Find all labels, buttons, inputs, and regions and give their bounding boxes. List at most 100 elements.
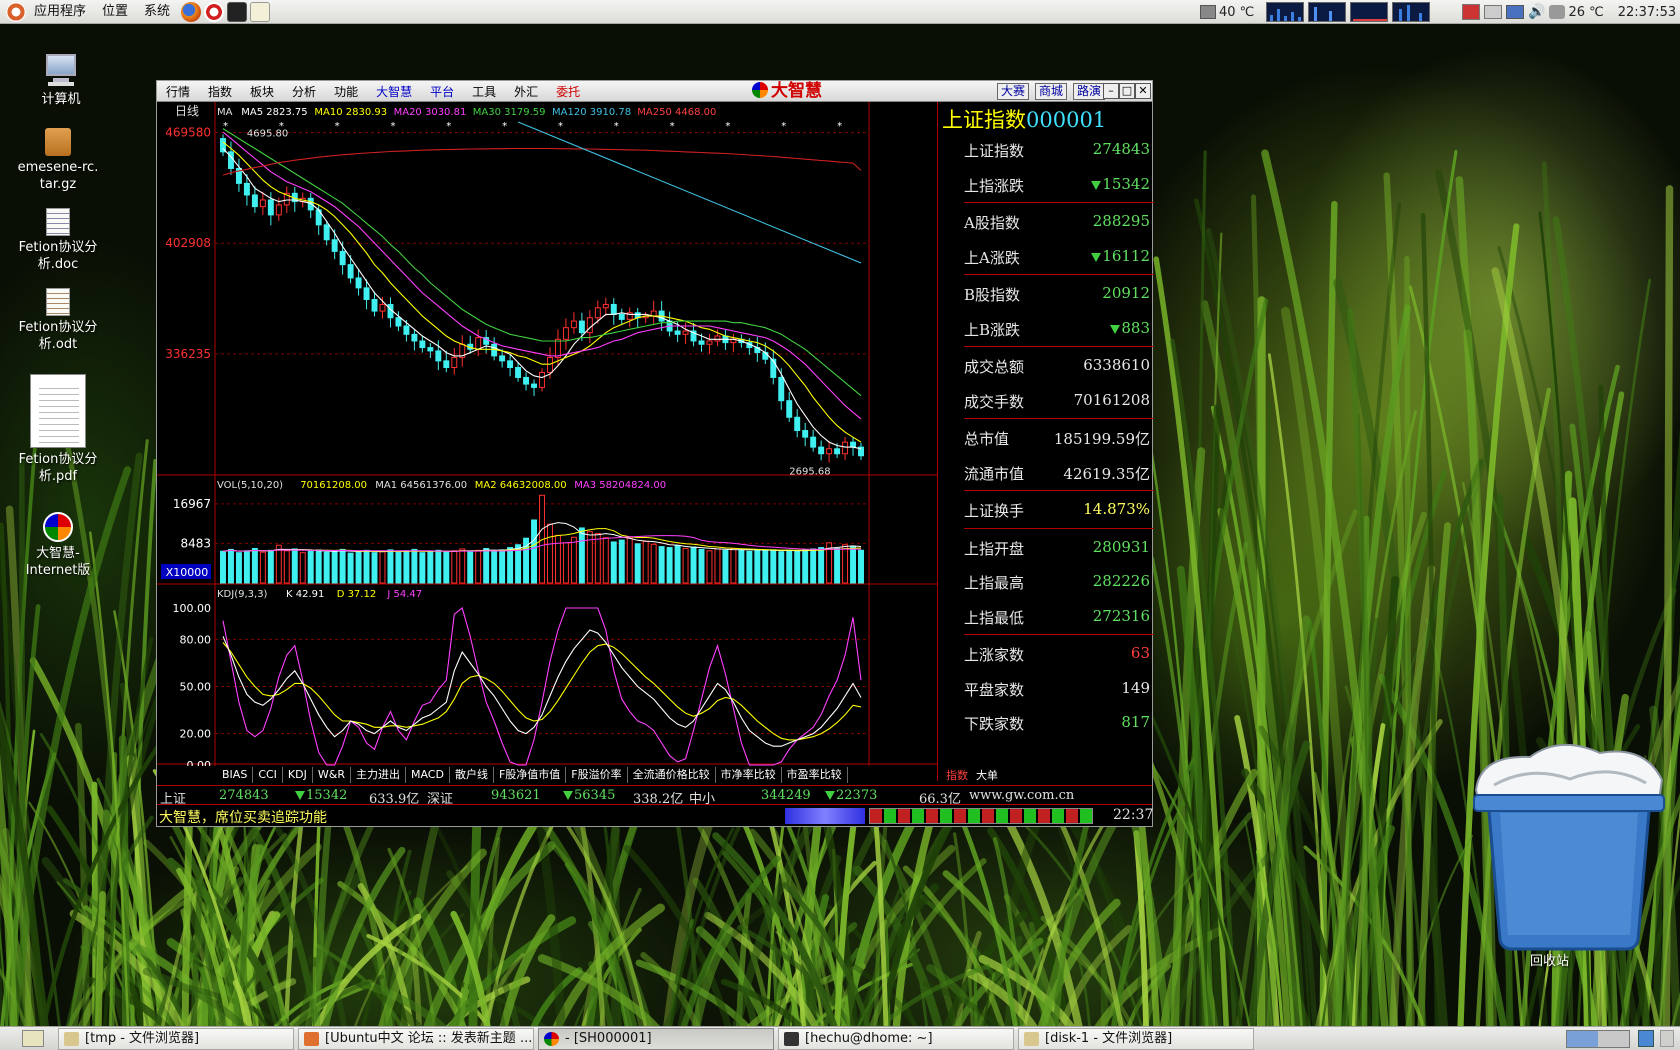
taskbar-item[interactable]: [Ubuntu中文 论坛 :: 发表新主题 ... (298, 1028, 534, 1050)
app-menu-pingtai[interactable]: 平台 (421, 83, 463, 100)
candle-body (547, 357, 553, 373)
ticker-url[interactable]: www.gw.com.cn (969, 788, 1074, 803)
indicator-tab[interactable]: CCI (253, 767, 283, 783)
volume-bar (714, 548, 721, 584)
candle-body (379, 303, 386, 312)
taskbar-item[interactable]: [hechu@dhome: ~] (778, 1028, 1014, 1050)
quote-separator (964, 527, 1154, 529)
candle-body (682, 330, 689, 335)
app-menu-weituo[interactable]: 委托 (547, 83, 589, 100)
ticker-sh-change: 15342 (295, 788, 347, 803)
scroll-handle[interactable] (1660, 1030, 1674, 1047)
quote-row-label: 成交总额 (964, 358, 1025, 376)
printer-icon[interactable] (1484, 5, 1502, 19)
volume-bar (411, 548, 418, 584)
volume-bar (331, 550, 338, 584)
indicator-tab[interactable]: 主力进出 (351, 767, 406, 783)
indicator-tab[interactable]: F股溢价率 (566, 767, 628, 783)
taskbar-item-label: [tmp - 文件浏览器] (85, 1031, 200, 1046)
quote-value-text: 272316 (1092, 606, 1150, 625)
indicator-tab[interactable]: KDJ (283, 767, 313, 783)
app-menu-gongju[interactable]: 工具 (463, 83, 505, 100)
network-manager-icon[interactable] (1462, 4, 1480, 20)
text-editor-icon[interactable] (250, 1, 271, 22)
weather-temperature[interactable]: 26 ℃ (1568, 5, 1603, 20)
candle-body (826, 448, 833, 455)
menu-applications[interactable]: 应用程序 (26, 0, 94, 24)
quote-row-label: 总市值 (964, 430, 1010, 448)
kdj-tick-label: 100.00 (173, 602, 212, 615)
trash-applet-icon[interactable] (1638, 1030, 1654, 1047)
trash-label: 回收站 (1530, 954, 1570, 969)
maximize-button[interactable]: □ (1119, 83, 1135, 99)
desktop-icon-dazhihui[interactable]: 大智慧- Internet版 (13, 512, 103, 579)
display-icon[interactable] (1506, 5, 1524, 19)
quote-row: 上A涨跌 16112 (964, 239, 1154, 273)
app-menu-waihui[interactable]: 外汇 (505, 83, 547, 100)
down-arrow-icon (825, 791, 835, 800)
menu-places[interactable]: 位置 (94, 0, 136, 24)
taskbar-item[interactable]: [disk-1 - 文件浏览器] (1018, 1028, 1254, 1050)
down-arrow-icon (295, 791, 305, 800)
show-desktop-icon[interactable] (22, 1030, 44, 1047)
minimize-button[interactable]: – (1103, 83, 1119, 99)
tab-dadan[interactable]: 大单 (972, 767, 1002, 783)
price-tick-label: 402908 (165, 236, 211, 250)
pdf-thumbnail-icon (30, 374, 86, 448)
terminal-icon[interactable] (227, 1, 248, 22)
desktop-icon-emesene-archive[interactable]: emesene-rc. tar.gz (13, 128, 103, 193)
clock[interactable]: 22:37:53 (1618, 5, 1676, 20)
quote-row: 上指最低 272316 (964, 599, 1154, 633)
indicator-tab[interactable]: F股净值市值 (494, 767, 567, 783)
desktop-icon-fetion-pdf[interactable]: Fetion协议分 析.pdf (13, 374, 103, 485)
workspace-switcher[interactable] (1566, 1030, 1630, 1048)
dasai-button[interactable]: 大赛 (997, 83, 1030, 100)
firefox-icon[interactable] (181, 1, 202, 22)
app-menu-hangqing[interactable]: 行情 (157, 83, 199, 100)
candle-body (778, 376, 785, 402)
indicator-tab[interactable]: 市盈率比较 (782, 767, 848, 783)
indicator-tab[interactable]: 全流通价格比较 (628, 767, 716, 783)
desktop-icon-computer[interactable]: 计算机 (16, 52, 106, 108)
trash-icon[interactable] (1470, 735, 1670, 965)
desktop-icon-fetion-odt[interactable]: Fetion协议分 析.odt (13, 288, 103, 353)
status-message[interactable]: 大智慧，席位买卖追踪功能 (159, 807, 327, 827)
menu-system[interactable]: 系统 (136, 0, 178, 24)
down-arrow-icon (1091, 180, 1102, 190)
desktop-icon-fetion-doc[interactable]: Fetion协议分 析.doc (13, 208, 103, 273)
taskbar-item[interactable]: [tmp - 文件浏览器] (58, 1028, 294, 1050)
app-menu-dazhihui[interactable]: 大智慧 (367, 83, 421, 100)
quote-value-text: 149 (1121, 678, 1150, 697)
volume-bar (267, 549, 274, 584)
candle-body (395, 317, 402, 327)
app-menu-zhishu[interactable]: 指数 (199, 83, 241, 100)
luyan-button[interactable]: 路演 (1073, 83, 1106, 100)
volume-icon[interactable]: 🔊 (1528, 4, 1545, 20)
volume-bar (650, 543, 657, 584)
app-menu-bankuai[interactable]: 板块 (241, 83, 283, 100)
kdj-tick-label: 80.00 (180, 633, 212, 646)
ubuntu-logo-icon[interactable] (6, 1, 26, 22)
indicator-tab[interactable]: W&R (313, 767, 351, 783)
system-monitor[interactable] (1262, 2, 1430, 22)
tab-zhishu[interactable]: 指数 (942, 767, 972, 783)
indicator-tab[interactable]: MACD (406, 767, 450, 783)
indicator-tab[interactable]: BIAS (217, 767, 254, 783)
taskbar-item[interactable]: - [SH000001] (538, 1028, 774, 1050)
app-menu-fenxi[interactable]: 分析 (283, 83, 325, 100)
volume-bar (682, 547, 689, 584)
quote-row: 总市值 185199.59亿 (964, 420, 1154, 454)
legend-ma10: MA10 2830.93 (314, 107, 387, 118)
quote-value-text: 15342 (1102, 174, 1150, 193)
volume-bar (395, 551, 402, 584)
candle-body (794, 416, 801, 432)
app-menu-gongneng[interactable]: 功能 (325, 83, 367, 100)
help-lifebuoy-icon[interactable] (204, 1, 225, 22)
shangcheng-button[interactable]: 商城 (1035, 83, 1068, 100)
indicator-tab[interactable]: 散户线 (450, 767, 494, 783)
dazhihui-window[interactable]: 行情 指数 板块 分析 功能 大智慧 平台 工具 外汇 委托 大智慧 大赛 商城… (156, 80, 1154, 827)
volume-bar (674, 545, 681, 584)
close-button[interactable]: ✕ (1135, 83, 1151, 99)
indicator-tab[interactable]: 市净率比较 (716, 767, 782, 783)
stock-chart[interactable]: 日线 MA MA5 2823.75 MA10 2830.93 MA20 3030.81… (157, 102, 937, 766)
